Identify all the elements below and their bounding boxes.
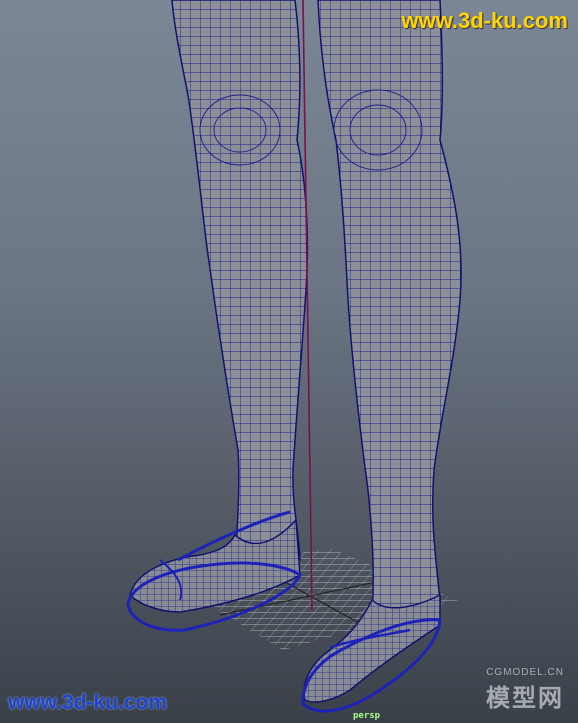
watermark-top-right: www.3d-ku.com: [401, 8, 568, 33]
camera-label: persp: [353, 711, 381, 721]
maya-perspective-viewport[interactable]: www.3d-ku.com www.3d-ku.com CGMODEL.CN 模…: [0, 0, 578, 723]
scene-canvas[interactable]: [0, 0, 578, 723]
cgmodel-watermark: CGMODEL.CN 模型网: [486, 667, 564, 713]
cgmodel-watermark-large: 模型网: [486, 685, 564, 712]
watermark-bottom-left: www.3d-ku.com: [8, 691, 168, 714]
left-leg-mesh: [171, 0, 309, 566]
cgmodel-watermark-small: CGMODEL.CN: [486, 667, 564, 678]
right-leg-mesh: [317, 0, 462, 616]
